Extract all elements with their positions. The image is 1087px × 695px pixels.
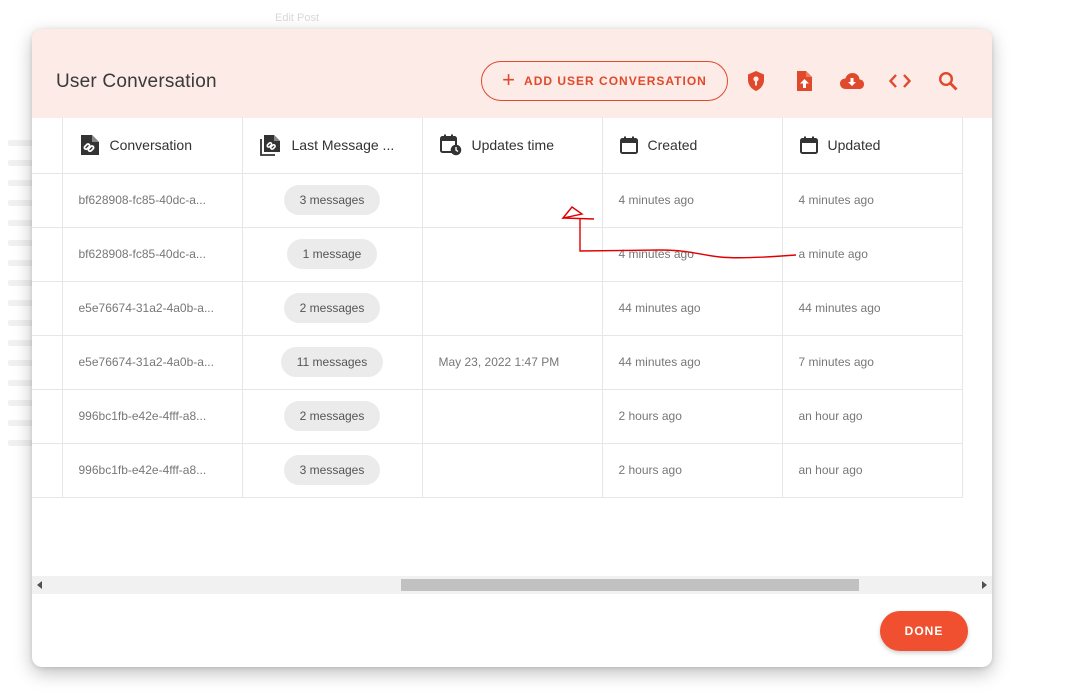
code-icon[interactable] [887, 68, 913, 94]
file-upload-icon[interactable] [791, 68, 817, 94]
message-count-cell: 3 messages [242, 443, 423, 498]
message-count-cell: 11 messages [242, 335, 423, 390]
calendar-clock-icon [439, 134, 461, 156]
created-cell: 4 minutes ago [602, 173, 783, 228]
created-cell: 2 hours ago [602, 443, 783, 498]
column-header-label: Conversation [109, 137, 193, 154]
updated-cell: 44 minutes ago [782, 281, 963, 336]
table-row[interactable]: e5e76674-31a2-4a0b-a... 2 messages 44 mi… [32, 281, 963, 336]
conversation-id-cell: e5e76674-31a2-4a0b-a... [62, 335, 243, 390]
updated-cell: an hour ago [782, 389, 963, 444]
message-count-chip[interactable]: 3 messages [283, 455, 381, 485]
column-header-label: Updates time [471, 137, 554, 154]
column-header-updated[interactable]: Updated [782, 118, 963, 174]
column-header-updates-time[interactable]: Updates time [422, 118, 603, 174]
updates-time-cell: May 23, 2022 1:47 PM [422, 335, 603, 390]
scrollbar-thumb[interactable] [401, 579, 859, 591]
updates-time-cell [422, 281, 603, 336]
table-header-row: Conversation Last Message ... Updates ti… [32, 118, 963, 174]
created-cell: 44 minutes ago [602, 281, 783, 336]
conversation-table-container: Conversation Last Message ... Updates ti… [32, 118, 992, 576]
dialog-header: User Conversation + ADD USER CONVERSATIO… [32, 29, 992, 118]
add-user-conversation-label: ADD USER CONVERSATION [524, 74, 707, 88]
message-count-cell: 1 message [242, 227, 423, 282]
message-count-cell: 3 messages [242, 173, 423, 228]
table-row[interactable]: 996bc1fb-e42e-4fff-a8... 2 messages 2 ho… [32, 389, 963, 444]
done-button[interactable]: DONE [880, 611, 968, 651]
column-header-conversation[interactable]: Conversation [62, 118, 243, 174]
message-count-chip[interactable]: 3 messages [283, 185, 381, 215]
message-count-chip[interactable]: 2 messages [283, 401, 381, 431]
message-count-chip[interactable]: 11 messages [280, 347, 384, 377]
created-cell: 2 hours ago [602, 389, 783, 444]
column-header-label: Updated [827, 137, 881, 154]
updated-cell: an hour ago [782, 443, 963, 498]
column-header-label: Created [647, 137, 698, 154]
conversation-id-cell: bf628908-fc85-40dc-a... [62, 227, 243, 282]
message-count-chip[interactable]: 2 messages [283, 293, 381, 323]
updates-time-cell [422, 443, 603, 498]
table-row[interactable]: 996bc1fb-e42e-4fff-a8... 3 messages 2 ho… [32, 443, 963, 498]
search-icon[interactable] [935, 68, 961, 94]
message-count-cell: 2 messages [242, 389, 423, 444]
file-multiple-link-icon [259, 135, 280, 157]
calendar-icon [799, 136, 818, 155]
column-header-label: Last Message ... [291, 137, 395, 154]
created-cell: 4 minutes ago [602, 227, 783, 282]
scroll-right-arrow-icon[interactable] [982, 581, 987, 589]
dialog-title: User Conversation [56, 71, 217, 92]
plus-icon: + [502, 67, 517, 92]
table-row[interactable]: bf628908-fc85-40dc-a... 3 messages 4 min… [32, 173, 963, 228]
updates-time-cell [422, 173, 603, 228]
scroll-left-arrow-icon[interactable] [37, 581, 42, 589]
file-link-icon [80, 135, 99, 156]
user-conversation-dialog: User Conversation + ADD USER CONVERSATIO… [32, 29, 992, 667]
updates-time-cell [422, 227, 603, 282]
cloud-download-icon[interactable] [839, 68, 865, 94]
table-row[interactable]: bf628908-fc85-40dc-a... 1 message 4 minu… [32, 227, 963, 282]
conversation-id-cell: 996bc1fb-e42e-4fff-a8... [62, 443, 243, 498]
conversation-table: Conversation Last Message ... Updates ti… [32, 118, 963, 498]
horizontal-scrollbar[interactable] [32, 576, 992, 594]
row-select-header [32, 118, 63, 174]
conversation-id-cell: 996bc1fb-e42e-4fff-a8... [62, 389, 243, 444]
shield-key-icon[interactable] [743, 68, 769, 94]
updated-cell: 7 minutes ago [782, 335, 963, 390]
updated-cell: a minute ago [782, 227, 963, 282]
created-cell: 44 minutes ago [602, 335, 783, 390]
updates-time-cell [422, 389, 603, 444]
table-row[interactable]: e5e76674-31a2-4a0b-a... 11 messages May … [32, 335, 963, 390]
message-count-chip[interactable]: 1 message [286, 239, 378, 269]
conversation-id-cell: bf628908-fc85-40dc-a... [62, 173, 243, 228]
conversation-id-cell: e5e76674-31a2-4a0b-a... [62, 281, 243, 336]
column-header-created[interactable]: Created [602, 118, 783, 174]
column-header-last-message[interactable]: Last Message ... [242, 118, 423, 174]
calendar-icon [619, 136, 638, 155]
add-user-conversation-button[interactable]: + ADD USER CONVERSATION [481, 61, 728, 101]
background-page-title: Edit Post [275, 12, 320, 24]
message-count-cell: 2 messages [242, 281, 423, 336]
updated-cell: 4 minutes ago [782, 173, 963, 228]
